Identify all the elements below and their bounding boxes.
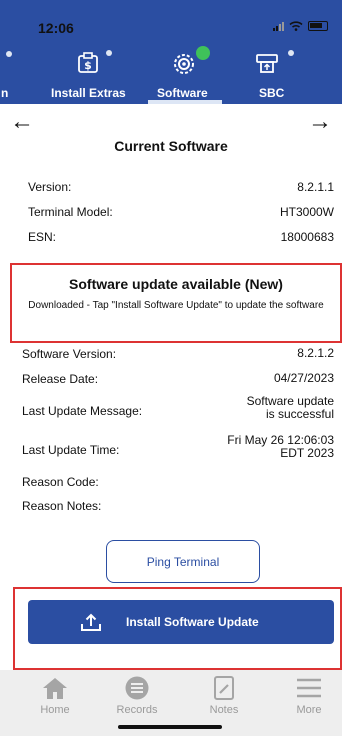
nav-label: More [296,704,322,716]
gear-icon [174,54,194,74]
detail-label: Reason Notes: [22,499,102,513]
nav-item-records[interactable]: Records [107,676,167,716]
info-value: 18000683 [280,230,334,244]
nav-label: Records [116,704,158,716]
detail-row-reason-code: Reason Code: [22,475,334,489]
status-icons [273,21,328,31]
detail-value: Software update is successful [247,395,334,421]
device-icon [256,54,278,73]
tab-sbc[interactable]: SBC [250,46,294,104]
home-indicator [118,725,222,729]
detail-row-last-update-message: Last Update Message: Software update is … [22,395,334,421]
tab-label: n [1,86,9,100]
wifi-icon [289,21,303,31]
info-label: ESN: [28,230,57,244]
nav-item-more[interactable]: More [279,676,339,716]
home-icon [43,678,67,699]
update-available-notice: Software update available (New) Download… [10,263,342,343]
info-label: Version: [28,180,72,194]
nav-item-notes[interactable]: Notes [194,676,254,716]
detail-row-reason-notes: Reason Notes: [22,499,334,513]
tab-badge-dot [106,50,112,56]
back-arrow-icon[interactable]: ← [10,108,34,136]
tab-badge-dot [288,50,294,56]
top-tab-bar: n $ Install Extras Software SBC [0,46,342,104]
ping-terminal-button[interactable]: Ping Terminal [106,540,260,583]
install-button-label: Install Software Update [126,615,259,629]
tab-software[interactable]: Software [148,46,222,104]
dollar-box-icon: $ [78,52,98,73]
detail-label: Last Update Message: [22,404,143,418]
signal-icon [273,21,284,31]
detail-value-line: is successful [265,407,334,421]
info-row-terminal-model: Terminal Model: HT3000W [28,205,334,219]
forward-arrow-icon[interactable]: → [308,108,332,136]
app-header: 12:06 n $ Install Extras Software SBC [0,0,342,104]
battery-icon [308,21,328,31]
tab-label: SBC [259,86,285,100]
info-label: Terminal Model: [28,205,113,219]
status-time: 12:06 [38,20,74,36]
nav-item-home[interactable]: Home [25,676,85,716]
nav-label: Home [40,704,70,716]
nav-label: Notes [209,704,239,716]
detail-label: Release Date: [22,372,99,386]
page-nav: ← → Current Software [0,106,342,164]
tab-label: Install Extras [51,86,126,100]
detail-value: 04/27/2023 [273,371,334,385]
info-value: 8.2.1.1 [297,180,334,194]
detail-label: Software Version: [22,347,117,361]
records-icon [125,676,149,700]
tab-install-extras[interactable]: $ Install Extras [48,46,128,104]
tab-partial[interactable]: n [0,46,14,104]
status-bar: 12:06 [0,0,342,44]
detail-value: 8.2.1.2 [297,346,334,360]
detail-row-release-date: Release Date: 04/27/2023 [22,371,334,387]
notes-icon [214,676,234,700]
update-heading: Software update available (New) [69,276,283,292]
svg-text:$: $ [84,59,92,72]
detail-row-last-update-time: Last Update Time: Fri May 26 12:06:03 ED… [22,434,334,460]
info-row-esn: ESN: 18000683 [28,230,334,244]
install-software-update-button[interactable]: Install Software Update [28,600,334,644]
update-message: Downloaded - Tap "Install Software Updat… [28,300,324,311]
detail-label: Reason Code: [22,475,99,489]
detail-value: Fri May 26 12:06:03 EDT 2023 [227,434,334,460]
menu-icon [297,678,321,698]
detail-label: Last Update Time: [22,443,120,457]
detail-value-line: EDT 2023 [280,446,334,460]
detail-row-software-version: Software Version: 8.2.1.2 [22,346,334,362]
info-row-version: Version: 8.2.1.1 [28,180,334,194]
tab-label: Software [157,86,208,100]
check-badge-icon [196,46,210,60]
upload-icon [81,613,101,631]
page-title: Current Software [114,138,228,154]
info-value: HT3000W [279,205,334,219]
